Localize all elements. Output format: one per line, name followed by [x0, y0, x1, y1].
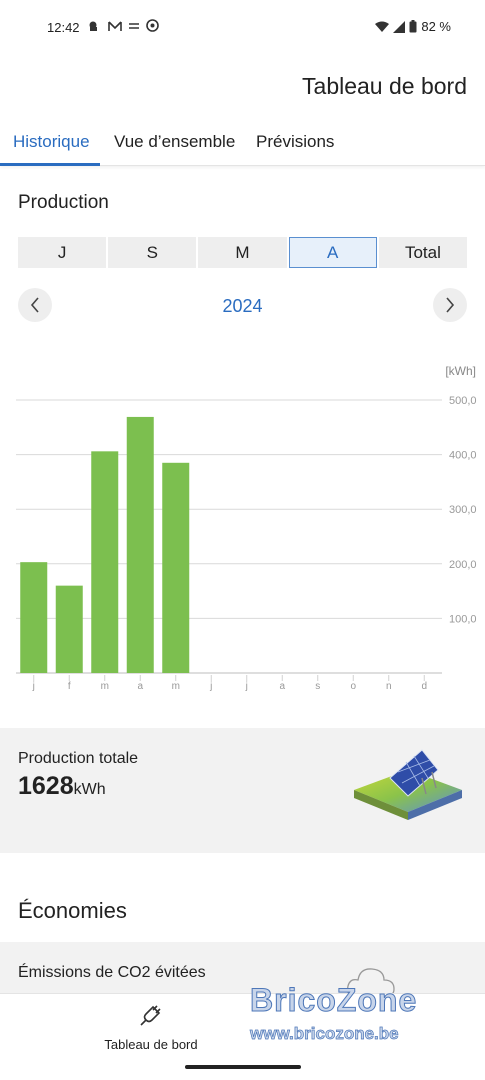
chart-x-tick-label: o	[350, 681, 356, 692]
production-summary-card: Production totale 1628kWh	[0, 728, 485, 853]
chart-x-tick-label: j	[32, 681, 35, 692]
solar-panel-illustration	[354, 749, 462, 820]
plug-icon	[140, 1005, 161, 1026]
co2-avoided-label: Émissions de CO2 évitées	[18, 964, 206, 981]
system-status: 82 %	[375, 19, 451, 34]
chart-bar	[91, 451, 119, 673]
status-time: 12:42	[47, 20, 80, 35]
chart-bar	[20, 562, 48, 673]
chart-x-tick-label: a	[279, 681, 285, 692]
chart-x-tick-label: j	[209, 681, 212, 692]
chart-x-tick-label: f	[68, 681, 71, 692]
chart-x-tick-label: a	[137, 681, 143, 692]
tab-previsions[interactable]: Prévisions	[256, 132, 334, 152]
chart-x-tick-label: j	[245, 681, 248, 692]
chart-bar	[162, 462, 190, 673]
previous-year-button[interactable]	[18, 288, 52, 322]
production-title: Production	[18, 192, 109, 213]
chevron-left-icon	[30, 297, 39, 313]
next-year-button[interactable]	[433, 288, 467, 322]
status-bar: 12:42 82 %	[0, 0, 485, 54]
total-production-value: 1628kWh	[18, 772, 106, 801]
battery-level: 82 %	[421, 19, 451, 34]
tab-historique[interactable]: Historique	[13, 132, 90, 152]
period-week-button[interactable]: S	[108, 237, 197, 268]
chart-x-tick-label: m	[172, 681, 180, 692]
notification-icons	[88, 19, 159, 32]
chart-x-tick-label: m	[101, 681, 109, 692]
period-month-button[interactable]: M	[198, 237, 287, 268]
period-day-button[interactable]: J	[18, 237, 107, 268]
mail-icon	[108, 20, 122, 31]
total-production-unit: kWh	[73, 781, 106, 798]
watermark-title: BricoZone	[249, 982, 418, 1019]
chart-y-tick-label: 300,0	[449, 504, 477, 516]
chart-y-tick-label: 100,0	[449, 613, 477, 625]
economies-title: Économies	[18, 898, 127, 923]
production-bar-chart: [kWh] 500,0 400,0 300,0 200,0 100,0 j f m a m j j a s o…	[16, 364, 477, 692]
chart-x-tick-label: s	[315, 681, 320, 692]
home-indicator	[185, 1065, 301, 1069]
battery-icon	[409, 20, 417, 33]
menu-lines-icon	[129, 22, 139, 29]
chart-y-tick-label: 400,0	[449, 450, 477, 462]
year-label: 2024	[222, 296, 263, 316]
cloud-icon	[89, 21, 97, 31]
tab-vue-ensemble[interactable]: Vue d’ensemble	[114, 132, 235, 152]
signal-icon	[393, 20, 406, 33]
period-selector: J S M A Total	[18, 237, 468, 268]
wifi-icon	[375, 21, 390, 32]
chart-y-tick-label: 500,0	[449, 395, 477, 407]
nav-dashboard[interactable]: Tableau de bord	[96, 1002, 206, 1052]
page-title: Tableau de bord	[302, 73, 467, 99]
chart-x-tick-label: d	[421, 681, 427, 692]
period-year-button[interactable]: A	[288, 237, 377, 268]
watermark-url: www.bricozone.be	[250, 1024, 399, 1044]
chart-unit-label: [kWh]	[445, 364, 476, 378]
period-total-button[interactable]: Total	[378, 237, 468, 268]
tab-bar: Historique Vue d’ensemble Prévisions	[0, 120, 485, 166]
chevron-right-icon	[446, 297, 455, 313]
chart-bar	[126, 416, 154, 673]
year-navigator: 2024	[18, 288, 467, 324]
chart-y-tick-label: 200,0	[449, 559, 477, 571]
chart-bar	[55, 585, 83, 673]
chrome-icon	[146, 19, 159, 32]
chart-x-tick-label: n	[386, 681, 392, 692]
bricozone-watermark: BricoZone www.bricozone.be	[246, 982, 456, 1052]
active-tab-indicator	[0, 163, 100, 166]
nav-dashboard-label: Tableau de bord	[104, 1037, 198, 1052]
total-production-number: 1628	[18, 772, 74, 800]
total-production-label: Production totale	[18, 750, 139, 767]
